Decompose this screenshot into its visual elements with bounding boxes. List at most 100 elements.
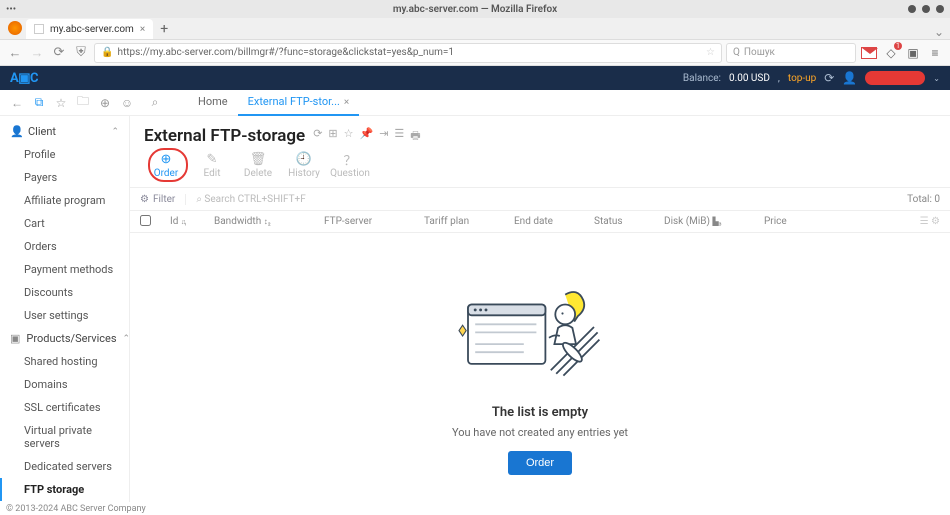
- col-disk[interactable]: Disk (MiB) ▙₃: [658, 216, 758, 227]
- filter-toggle[interactable]: ⚙ Filter: [140, 194, 175, 205]
- extensions-icon[interactable]: ▣: [904, 44, 922, 62]
- pocket-extension-icon[interactable]: ◇: [882, 44, 900, 62]
- col-ftp[interactable]: FTP-server: [318, 216, 418, 227]
- browser-tab-bar: my.abc-server.com × + ⌄: [0, 18, 950, 40]
- sidebar-item-payers[interactable]: Payers: [0, 166, 129, 189]
- filter-icon: ⚙: [140, 194, 149, 205]
- col-price[interactable]: Price: [758, 216, 916, 227]
- sidebar-item-ssl[interactable]: SSL certificates: [0, 396, 129, 419]
- briefcase-icon[interactable]: 🗀: [74, 94, 92, 112]
- app-logo[interactable]: A▣C: [10, 71, 38, 86]
- filter-search-input[interactable]: ⌕ Search CTRL+SHIFT+F: [185, 194, 907, 205]
- sidebar: 👤 Client ⌃ Profile Payers Affiliate prog…: [0, 116, 130, 502]
- table-header: Id ↓↑₁ Bandwidth ↕₂ FTP-server Tariff pl…: [130, 211, 950, 233]
- order-action[interactable]: ⊕ Order: [144, 152, 188, 179]
- user-menu[interactable]: [865, 71, 925, 85]
- col-id[interactable]: Id ↓↑₁: [164, 216, 208, 227]
- sidebar-item-dedicated[interactable]: Dedicated servers: [0, 455, 129, 478]
- star-icon[interactable]: ☆: [52, 94, 70, 112]
- refresh-icon[interactable]: ⟳: [824, 71, 834, 85]
- pin-icon[interactable]: 📌: [360, 127, 374, 146]
- sidebar-item-domains[interactable]: Domains: [0, 373, 129, 396]
- print-icon[interactable]: 🖶: [410, 127, 420, 146]
- sidebar-item-user-settings[interactable]: User settings: [0, 304, 129, 327]
- sidebar-item-shared-hosting[interactable]: Shared hosting: [0, 350, 129, 373]
- balance-label: Balance:: [683, 73, 721, 84]
- smile-icon[interactable]: ☺: [118, 94, 136, 112]
- sidebar-item-payment-methods[interactable]: Payment methods: [0, 258, 129, 281]
- close-tab-icon[interactable]: ×: [344, 97, 349, 108]
- reload-icon[interactable]: ⟳: [313, 127, 322, 146]
- star-outline-icon[interactable]: ☆: [344, 127, 354, 146]
- topup-link[interactable]: top-up: [788, 73, 816, 84]
- col-settings[interactable]: ☰ ⚙: [916, 216, 940, 227]
- plus-icon: ⊕: [161, 152, 172, 166]
- select-all-checkbox[interactable]: [140, 215, 151, 226]
- col-tariff[interactable]: Tariff plan: [418, 216, 508, 227]
- close-icon[interactable]: ×: [140, 24, 145, 35]
- back-button[interactable]: ←: [6, 44, 24, 62]
- columns-icon[interactable]: ☰: [394, 127, 404, 146]
- history-action[interactable]: 🕘 History: [282, 152, 326, 179]
- package-icon: ▣: [10, 332, 20, 345]
- sidebar-item-support[interactable]: Technical support: [0, 501, 129, 502]
- export-icon[interactable]: ⇥: [379, 127, 388, 146]
- new-tab-button[interactable]: +: [153, 19, 175, 39]
- forward-button[interactable]: →: [28, 44, 46, 62]
- col-end-date[interactable]: End date: [508, 216, 588, 227]
- sidebar-item-vps[interactable]: Virtual private servers: [0, 419, 129, 455]
- sidebar-group-client[interactable]: 👤 Client ⌃: [0, 120, 129, 143]
- os-window-controls[interactable]: [908, 5, 944, 13]
- plus-circle-icon[interactable]: ⊕: [96, 94, 114, 112]
- search-placeholder: Пошук: [744, 47, 775, 58]
- user-icon: 👤: [10, 125, 22, 138]
- empty-subtitle: You have not created any entries yet: [452, 426, 628, 439]
- copyright: © 2013-2024 ABC Server Company: [6, 504, 146, 514]
- sidebar-group-products[interactable]: ▣ Products/Services ⌃: [0, 327, 129, 350]
- sidebar-item-ftp-storage[interactable]: FTP storage: [0, 478, 129, 501]
- os-titlebar: ••• my.abc-server.com — Mozilla Firefox: [0, 0, 950, 18]
- url-input[interactable]: 🔒 https://my.abc-server.com/billmgr#/?fu…: [94, 43, 722, 63]
- question-action[interactable]: ？ Question: [328, 152, 372, 179]
- gmail-extension-icon[interactable]: [860, 44, 878, 62]
- footer: © 2013-2024 ABC Server Company: [0, 502, 950, 515]
- empty-state: The list is empty You have not created a…: [130, 233, 950, 502]
- shield-icon[interactable]: ⛨: [72, 44, 90, 62]
- chevron-up-icon: ⌃: [111, 127, 119, 137]
- col-status[interactable]: Status: [588, 216, 658, 227]
- question-icon: ？: [343, 152, 356, 166]
- window-title: my.abc-server.com — Mozilla Firefox: [393, 4, 557, 15]
- sidebar-item-discounts[interactable]: Discounts: [0, 281, 129, 304]
- total-count: Total: 0: [907, 194, 940, 205]
- search-icon[interactable]: ⌕: [146, 94, 164, 112]
- browser-search-input[interactable]: Q Пошук: [726, 43, 856, 63]
- browser-tab[interactable]: my.abc-server.com ×: [26, 19, 153, 39]
- menu-icon[interactable]: ≡: [926, 44, 944, 62]
- chevron-down-icon[interactable]: ⌄: [933, 74, 940, 83]
- url-bar: ← → ⟳ ⛨ 🔒 https://my.abc-server.com/bill…: [0, 40, 950, 66]
- tree-icon[interactable]: ⧉: [30, 94, 48, 112]
- os-menu-dots[interactable]: •••: [6, 4, 16, 15]
- page-title: External FTP-storage: [144, 126, 305, 146]
- search-icon: ⌕: [196, 194, 202, 205]
- tab-home[interactable]: Home: [188, 89, 238, 116]
- reload-button[interactable]: ⟳: [50, 44, 68, 62]
- main-content: External FTP-storage ⟳ ⊞ ☆ 📌 ⇥ ☰ 🖶 ⊕ Ord…: [130, 116, 950, 502]
- empty-order-button[interactable]: Order: [508, 451, 572, 475]
- pencil-icon: ✎: [207, 152, 218, 166]
- browser-chevron-icon[interactable]: ⌄: [934, 25, 944, 39]
- grid-icon[interactable]: ⊞: [328, 127, 337, 146]
- sidebar-item-cart[interactable]: Cart: [0, 212, 129, 235]
- tab-external-ftp[interactable]: External FTP-stor...×: [238, 89, 360, 116]
- delete-action[interactable]: 🗑 Delete: [236, 152, 280, 179]
- notifications-icon[interactable]: 👤: [842, 71, 857, 85]
- sidebar-item-profile[interactable]: Profile: [0, 143, 129, 166]
- back-icon[interactable]: ←: [8, 94, 26, 112]
- app-header: A▣C Balance: 0.00 USD, top-up ⟳ 👤 ⌄: [0, 66, 950, 90]
- col-bandwidth[interactable]: Bandwidth ↕₂: [208, 216, 318, 227]
- sidebar-item-orders[interactable]: Orders: [0, 235, 129, 258]
- edit-action[interactable]: ✎ Edit: [190, 152, 234, 179]
- bookmark-star-icon[interactable]: ☆: [706, 47, 715, 58]
- empty-title: The list is empty: [492, 405, 588, 420]
- sidebar-item-affiliate[interactable]: Affiliate program: [0, 189, 129, 212]
